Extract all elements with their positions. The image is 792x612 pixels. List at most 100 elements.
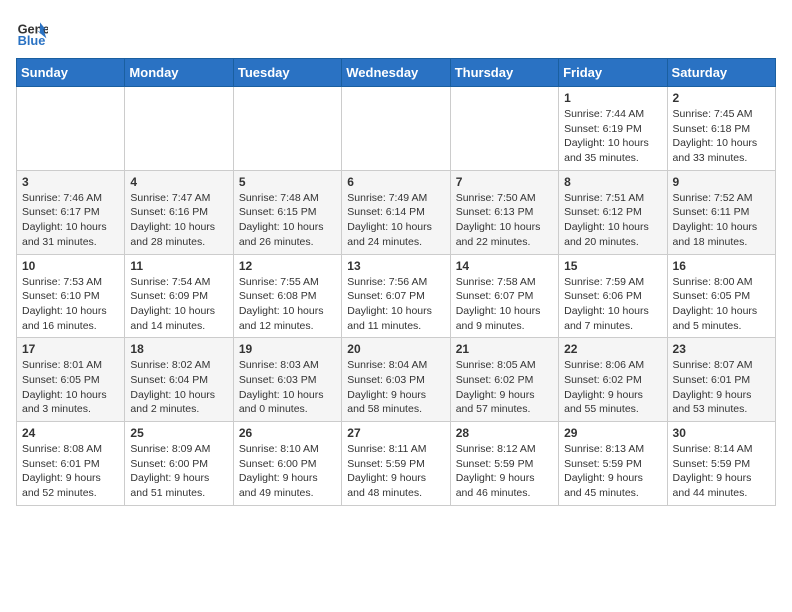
day-number: 21: [456, 342, 553, 356]
day-info: Sunrise: 7:52 AM Sunset: 6:11 PM Dayligh…: [673, 191, 770, 250]
day-info: Sunrise: 8:09 AM Sunset: 6:00 PM Dayligh…: [130, 442, 227, 501]
logo-icon: General Blue: [16, 16, 48, 48]
calendar-cell: [125, 87, 233, 171]
page-header: General Blue: [16, 16, 776, 48]
day-info: Sunrise: 7:53 AM Sunset: 6:10 PM Dayligh…: [22, 275, 119, 334]
day-number: 6: [347, 175, 444, 189]
day-number: 25: [130, 426, 227, 440]
day-number: 2: [673, 91, 770, 105]
calendar-cell: 19 Sunrise: 8:03 AM Sunset: 6:03 PM Dayli…: [233, 338, 341, 422]
day-number: 22: [564, 342, 661, 356]
calendar-cell: [342, 87, 450, 171]
calendar-cell: 20 Sunrise: 8:04 AM Sunset: 6:03 PM Dayli…: [342, 338, 450, 422]
day-number: 24: [22, 426, 119, 440]
calendar-cell: 5 Sunrise: 7:48 AM Sunset: 6:15 PM Daylig…: [233, 170, 341, 254]
calendar-cell: 4 Sunrise: 7:47 AM Sunset: 6:16 PM Daylig…: [125, 170, 233, 254]
calendar-cell: 8 Sunrise: 7:51 AM Sunset: 6:12 PM Daylig…: [559, 170, 667, 254]
calendar-cell: 7Sunrise: 7:50 AM Sunset: 6:13 PM Daylig…: [450, 170, 558, 254]
calendar-table: SundayMondayTuesdayWednesdayThursdayFrid…: [16, 58, 776, 506]
calendar-cell: 28Sunrise: 8:12 AM Sunset: 5:59 PM Dayli…: [450, 422, 558, 506]
day-info: Sunrise: 8:13 AM Sunset: 5:59 PM Dayligh…: [564, 442, 661, 501]
svg-text:Blue: Blue: [18, 33, 46, 48]
day-number: 8: [564, 175, 661, 189]
calendar-cell: 17 Sunrise: 8:01 AM Sunset: 6:05 PM Dayli…: [17, 338, 125, 422]
day-info: Sunrise: 8:14 AM Sunset: 5:59 PM Dayligh…: [673, 442, 770, 501]
weekday-header: Monday: [125, 59, 233, 87]
calendar-cell: 18Sunrise: 8:02 AM Sunset: 6:04 PM Dayli…: [125, 338, 233, 422]
day-info: Sunrise: 7:58 AM Sunset: 6:07 PM Dayligh…: [456, 275, 553, 334]
calendar-cell: [450, 87, 558, 171]
calendar-cell: 30 Sunrise: 8:14 AM Sunset: 5:59 PM Dayli…: [667, 422, 775, 506]
day-number: 15: [564, 259, 661, 273]
day-info: Sunrise: 8:06 AM Sunset: 6:02 PM Dayligh…: [564, 358, 661, 417]
day-number: 12: [239, 259, 336, 273]
day-info: Sunrise: 7:55 AM Sunset: 6:08 PM Dayligh…: [239, 275, 336, 334]
day-info: Sunrise: 7:54 AM Sunset: 6:09 PM Dayligh…: [130, 275, 227, 334]
day-number: 14: [456, 259, 553, 273]
calendar-week-row: 3 Sunrise: 7:46 AM Sunset: 6:17 PM Daylig…: [17, 170, 776, 254]
weekday-header: Sunday: [17, 59, 125, 87]
day-info: Sunrise: 8:03 AM Sunset: 6:03 PM Dayligh…: [239, 358, 336, 417]
day-number: 28: [456, 426, 553, 440]
calendar-cell: 3 Sunrise: 7:46 AM Sunset: 6:17 PM Daylig…: [17, 170, 125, 254]
calendar-week-row: 24 Sunrise: 8:08 AM Sunset: 6:01 PM Dayli…: [17, 422, 776, 506]
day-info: Sunrise: 8:10 AM Sunset: 6:00 PM Dayligh…: [239, 442, 336, 501]
day-info: Sunrise: 8:08 AM Sunset: 6:01 PM Dayligh…: [22, 442, 119, 501]
day-number: 13: [347, 259, 444, 273]
calendar-cell: 29 Sunrise: 8:13 AM Sunset: 5:59 PM Dayli…: [559, 422, 667, 506]
day-info: Sunrise: 7:44 AM Sunset: 6:19 PM Dayligh…: [564, 107, 661, 166]
day-info: Sunrise: 7:47 AM Sunset: 6:16 PM Dayligh…: [130, 191, 227, 250]
calendar-cell: 11Sunrise: 7:54 AM Sunset: 6:09 PM Dayli…: [125, 254, 233, 338]
day-number: 9: [673, 175, 770, 189]
weekday-header: Wednesday: [342, 59, 450, 87]
calendar-cell: [17, 87, 125, 171]
day-info: Sunrise: 7:49 AM Sunset: 6:14 PM Dayligh…: [347, 191, 444, 250]
calendar-cell: 13 Sunrise: 7:56 AM Sunset: 6:07 PM Dayli…: [342, 254, 450, 338]
calendar-cell: 23 Sunrise: 8:07 AM Sunset: 6:01 PM Dayli…: [667, 338, 775, 422]
day-info: Sunrise: 8:05 AM Sunset: 6:02 PM Dayligh…: [456, 358, 553, 417]
day-number: 26: [239, 426, 336, 440]
day-number: 23: [673, 342, 770, 356]
day-number: 4: [130, 175, 227, 189]
day-info: Sunrise: 8:04 AM Sunset: 6:03 PM Dayligh…: [347, 358, 444, 417]
day-number: 29: [564, 426, 661, 440]
day-info: Sunrise: 7:48 AM Sunset: 6:15 PM Dayligh…: [239, 191, 336, 250]
day-info: Sunrise: 7:46 AM Sunset: 6:17 PM Dayligh…: [22, 191, 119, 250]
day-number: 3: [22, 175, 119, 189]
day-number: 19: [239, 342, 336, 356]
day-number: 16: [673, 259, 770, 273]
day-info: Sunrise: 8:00 AM Sunset: 6:05 PM Dayligh…: [673, 275, 770, 334]
calendar-cell: 12 Sunrise: 7:55 AM Sunset: 6:08 PM Dayli…: [233, 254, 341, 338]
day-number: 5: [239, 175, 336, 189]
calendar-week-row: 17 Sunrise: 8:01 AM Sunset: 6:05 PM Dayli…: [17, 338, 776, 422]
day-info: Sunrise: 8:07 AM Sunset: 6:01 PM Dayligh…: [673, 358, 770, 417]
day-number: 18: [130, 342, 227, 356]
calendar-week-row: 1Sunrise: 7:44 AM Sunset: 6:19 PM Daylig…: [17, 87, 776, 171]
day-number: 10: [22, 259, 119, 273]
calendar-cell: 22 Sunrise: 8:06 AM Sunset: 6:02 PM Dayli…: [559, 338, 667, 422]
calendar-cell: 25 Sunrise: 8:09 AM Sunset: 6:00 PM Dayli…: [125, 422, 233, 506]
day-number: 20: [347, 342, 444, 356]
day-info: Sunrise: 7:56 AM Sunset: 6:07 PM Dayligh…: [347, 275, 444, 334]
calendar-cell: 10 Sunrise: 7:53 AM Sunset: 6:10 PM Dayli…: [17, 254, 125, 338]
weekday-header: Thursday: [450, 59, 558, 87]
weekday-header: Tuesday: [233, 59, 341, 87]
calendar-cell: 2Sunrise: 7:45 AM Sunset: 6:18 PM Daylig…: [667, 87, 775, 171]
calendar-cell: 24 Sunrise: 8:08 AM Sunset: 6:01 PM Dayli…: [17, 422, 125, 506]
day-number: 27: [347, 426, 444, 440]
day-info: Sunrise: 8:11 AM Sunset: 5:59 PM Dayligh…: [347, 442, 444, 501]
day-info: Sunrise: 8:01 AM Sunset: 6:05 PM Dayligh…: [22, 358, 119, 417]
day-info: Sunrise: 7:59 AM Sunset: 6:06 PM Dayligh…: [564, 275, 661, 334]
calendar-cell: 27 Sunrise: 8:11 AM Sunset: 5:59 PM Dayli…: [342, 422, 450, 506]
calendar-cell: 14 Sunrise: 7:58 AM Sunset: 6:07 PM Dayli…: [450, 254, 558, 338]
day-info: Sunrise: 7:51 AM Sunset: 6:12 PM Dayligh…: [564, 191, 661, 250]
day-number: 17: [22, 342, 119, 356]
day-number: 30: [673, 426, 770, 440]
calendar-cell: 26 Sunrise: 8:10 AM Sunset: 6:00 PM Dayli…: [233, 422, 341, 506]
day-info: Sunrise: 7:50 AM Sunset: 6:13 PM Dayligh…: [456, 191, 553, 250]
calendar-cell: 21 Sunrise: 8:05 AM Sunset: 6:02 PM Dayli…: [450, 338, 558, 422]
calendar-cell: 16 Sunrise: 8:00 AM Sunset: 6:05 PM Dayli…: [667, 254, 775, 338]
calendar-cell: 1Sunrise: 7:44 AM Sunset: 6:19 PM Daylig…: [559, 87, 667, 171]
calendar-week-row: 10 Sunrise: 7:53 AM Sunset: 6:10 PM Dayli…: [17, 254, 776, 338]
weekday-header: Friday: [559, 59, 667, 87]
